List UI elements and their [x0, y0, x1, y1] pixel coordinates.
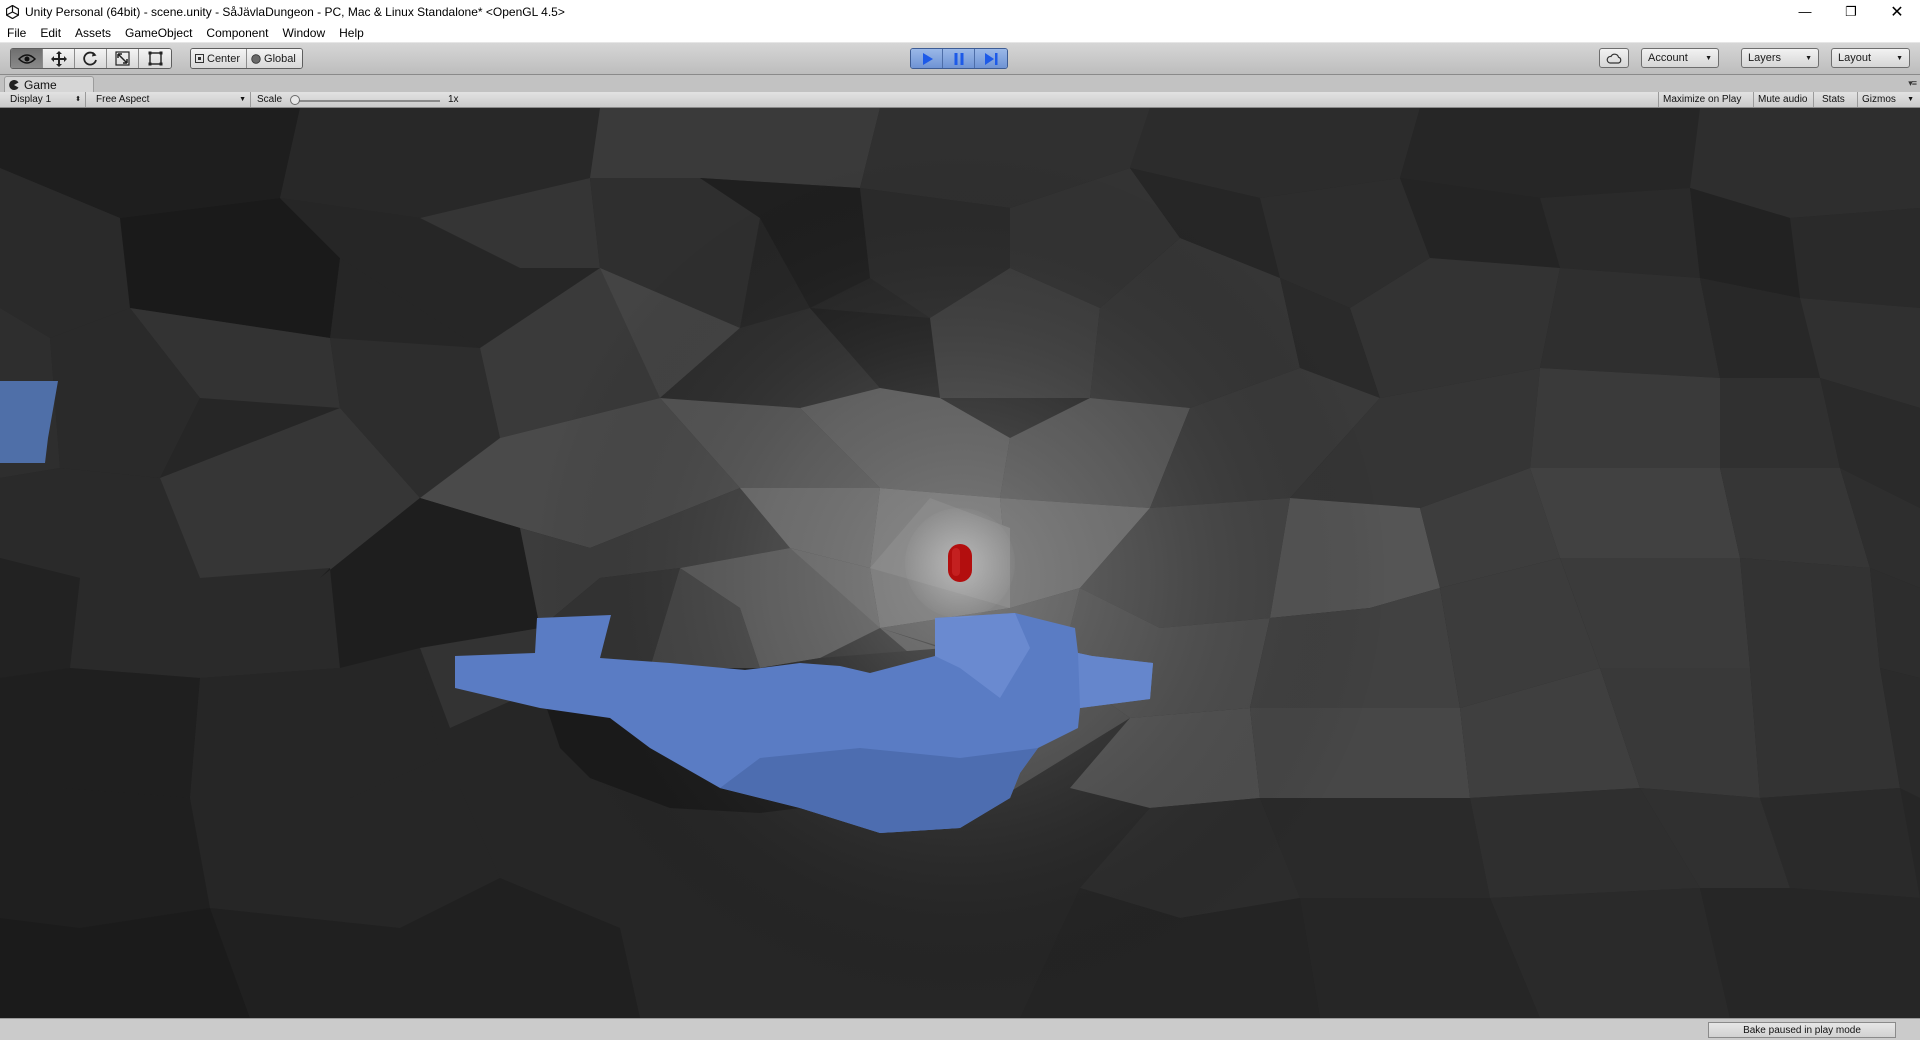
scale-icon	[115, 51, 130, 66]
maximize-on-play-toggle[interactable]: Maximize on Play	[1658, 92, 1754, 107]
pivot-controls: Center Global	[190, 48, 303, 69]
move-tool-button[interactable]	[43, 49, 75, 68]
game-tab-bar: Game ▾≡	[0, 75, 1920, 92]
play-icon	[922, 52, 933, 65]
step-button[interactable]	[975, 49, 1007, 68]
rect-tool-button[interactable]	[139, 49, 171, 68]
play-button[interactable]	[911, 49, 943, 68]
scale-slider-track[interactable]	[292, 100, 440, 102]
scale-value: 1x	[448, 94, 459, 105]
menu-file[interactable]: File	[0, 23, 33, 43]
menu-assets[interactable]: Assets	[68, 23, 118, 43]
menu-bar: File Edit Assets GameObject Component Wi…	[0, 23, 1920, 43]
pause-button[interactable]	[943, 49, 975, 68]
aspect-dropdown[interactable]: Free Aspect ▼	[91, 92, 251, 107]
bake-status: Bake paused in play mode	[1708, 1022, 1896, 1038]
main-toolbar: Center Global Account ▼ Layers ▼ Layout …	[0, 43, 1920, 75]
title-bar: Unity Personal (64bit) - scene.unity - S…	[0, 0, 1920, 23]
display-dropdown[interactable]: Display 1 ⬍	[5, 92, 86, 107]
transform-tools	[10, 48, 172, 69]
maximize-button[interactable]: ❐	[1828, 0, 1874, 23]
chevron-down-icon: ▼	[1896, 55, 1903, 62]
chevron-down-icon: ▼	[1805, 55, 1812, 62]
cloud-icon	[1606, 53, 1622, 64]
account-dropdown[interactable]: Account ▼	[1641, 48, 1719, 68]
player-capsule[interactable]	[948, 544, 972, 582]
aspect-label: Free Aspect	[96, 94, 150, 105]
layers-dropdown[interactable]: Layers ▼	[1741, 48, 1819, 68]
stats-label: Stats	[1822, 94, 1845, 105]
pause-icon	[954, 52, 963, 65]
eye-icon	[17, 53, 36, 64]
tab-game-label: Game	[24, 77, 57, 92]
cloud-services-button[interactable]	[1599, 48, 1629, 68]
maximize-on-play-label: Maximize on Play	[1663, 94, 1742, 105]
scale-slider-thumb[interactable]	[290, 95, 300, 105]
globe-icon	[251, 53, 261, 64]
chevron-down-icon: ▼	[1907, 96, 1914, 103]
view-tool-button[interactable]	[11, 49, 43, 68]
mute-audio-label: Mute audio	[1758, 94, 1808, 105]
unity-logo-icon	[4, 4, 20, 20]
rect-tool-icon	[148, 51, 162, 66]
stats-toggle[interactable]: Stats	[1814, 92, 1858, 107]
rotate-icon	[83, 51, 97, 66]
window-title: Unity Personal (64bit) - scene.unity - S…	[25, 4, 565, 19]
gizmos-dropdown[interactable]: Gizmos ▼	[1858, 92, 1920, 107]
status-bar: Bake paused in play mode	[0, 1018, 1920, 1040]
scale-label: Scale	[257, 94, 283, 105]
pivot-center-label: Center	[207, 52, 241, 65]
scale-tool-button[interactable]	[107, 49, 139, 68]
menu-gameobject[interactable]: GameObject	[118, 23, 199, 43]
tab-game[interactable]: Game	[4, 76, 94, 92]
menu-help[interactable]: Help	[332, 23, 371, 43]
move-icon	[50, 50, 67, 67]
play-controls	[910, 48, 1008, 69]
layout-dropdown[interactable]: Layout ▼	[1831, 48, 1910, 68]
game-view-toolbar: Display 1 ⬍ Free Aspect ▼ Scale 1x Maxim…	[0, 92, 1920, 108]
chevron-down-icon: ▼	[239, 96, 246, 103]
layers-label: Layers	[1748, 52, 1782, 64]
layout-label: Layout	[1838, 52, 1872, 64]
gizmos-label: Gizmos	[1862, 94, 1896, 105]
menu-component[interactable]: Component	[199, 23, 275, 43]
unity-editor-window: Unity Personal (64bit) - scene.unity - S…	[0, 0, 1920, 1040]
updown-arrow-icon: ⬍	[75, 96, 81, 103]
mute-audio-toggle[interactable]: Mute audio	[1754, 92, 1814, 107]
rotate-tool-button[interactable]	[75, 49, 107, 68]
close-button[interactable]: ✕	[1874, 0, 1920, 23]
game-viewport[interactable]	[0, 108, 1920, 1018]
menu-window[interactable]: Window	[275, 23, 332, 43]
minimize-button[interactable]: —	[1782, 0, 1828, 23]
pivot-center-icon	[195, 54, 204, 63]
display-label: Display 1	[10, 94, 52, 105]
menu-edit[interactable]: Edit	[33, 23, 68, 43]
account-label: Account	[1648, 52, 1688, 64]
pivot-global-button[interactable]: Global	[247, 49, 302, 68]
game-scene	[0, 108, 1920, 1018]
game-pacman-icon	[9, 79, 19, 90]
pivot-global-label: Global	[264, 52, 296, 65]
step-icon	[985, 52, 998, 65]
tab-menu-icon[interactable]: ▾≡	[1908, 78, 1917, 89]
chevron-down-icon: ▼	[1705, 55, 1712, 62]
pivot-center-button[interactable]: Center	[191, 49, 248, 68]
